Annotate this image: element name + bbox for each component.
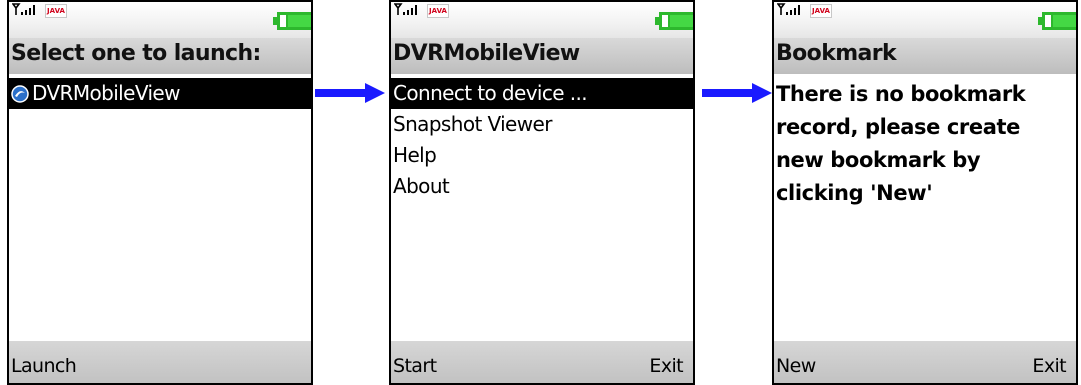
app-icon	[11, 85, 29, 103]
softkey-bar: New Exit	[774, 341, 1076, 383]
right-arrow-icon	[315, 83, 385, 103]
menu-item-snapshot-viewer[interactable]: Snapshot Viewer	[391, 109, 693, 140]
menu-list: Connect to device ... Snapshot Viewer He…	[391, 74, 693, 341]
title-bar: Bookmark	[774, 38, 1076, 74]
title-bar: Select one to launch:	[9, 38, 311, 74]
status-bar: JAVA	[774, 2, 1076, 38]
list-item-dvrmobileview[interactable]: DVRMobileView	[9, 78, 311, 109]
empty-bookmark-message: There is no bookmark record, please crea…	[776, 82, 1026, 205]
signal-icon	[777, 3, 800, 15]
exit-softkey[interactable]: Exit	[649, 355, 683, 377]
signal-icon	[12, 3, 35, 15]
battery-icon	[1038, 12, 1076, 30]
app-list: DVRMobileView	[9, 74, 311, 341]
screen-title: Select one to launch:	[11, 41, 261, 66]
phone-screen-menu: JAVA DVRMobileView Connect to device ...…	[389, 0, 695, 385]
bookmark-content: There is no bookmark record, please crea…	[774, 74, 1076, 341]
screen-title: DVRMobileView	[393, 41, 580, 66]
status-bar: JAVA	[391, 2, 693, 38]
title-bar: DVRMobileView	[391, 38, 693, 74]
exit-softkey[interactable]: Exit	[1032, 355, 1066, 377]
new-softkey[interactable]: New	[776, 355, 816, 377]
softkey-bar: Start Exit	[391, 341, 693, 383]
battery-icon	[655, 12, 693, 30]
launch-softkey[interactable]: Launch	[11, 355, 77, 377]
java-badge: JAVA	[45, 4, 67, 18]
right-arrow-icon	[702, 83, 772, 103]
screen-title: Bookmark	[776, 41, 897, 66]
menu-item-about[interactable]: About	[391, 171, 693, 202]
battery-icon	[273, 12, 311, 30]
phone-screen-bookmark: JAVA Bookmark There is no bookmark recor…	[772, 0, 1078, 385]
start-softkey[interactable]: Start	[393, 355, 437, 377]
phone-screen-launcher: JAVA Select one to launch: DVRMobileView…	[7, 0, 313, 385]
list-item-label: DVRMobileView	[32, 81, 181, 105]
softkey-bar: Launch	[9, 341, 311, 383]
signal-icon	[394, 3, 417, 15]
java-badge: JAVA	[810, 4, 832, 18]
menu-item-connect-to-device[interactable]: Connect to device ...	[391, 78, 693, 109]
menu-item-help[interactable]: Help	[391, 140, 693, 171]
status-bar: JAVA	[9, 2, 311, 38]
java-badge: JAVA	[427, 4, 449, 18]
